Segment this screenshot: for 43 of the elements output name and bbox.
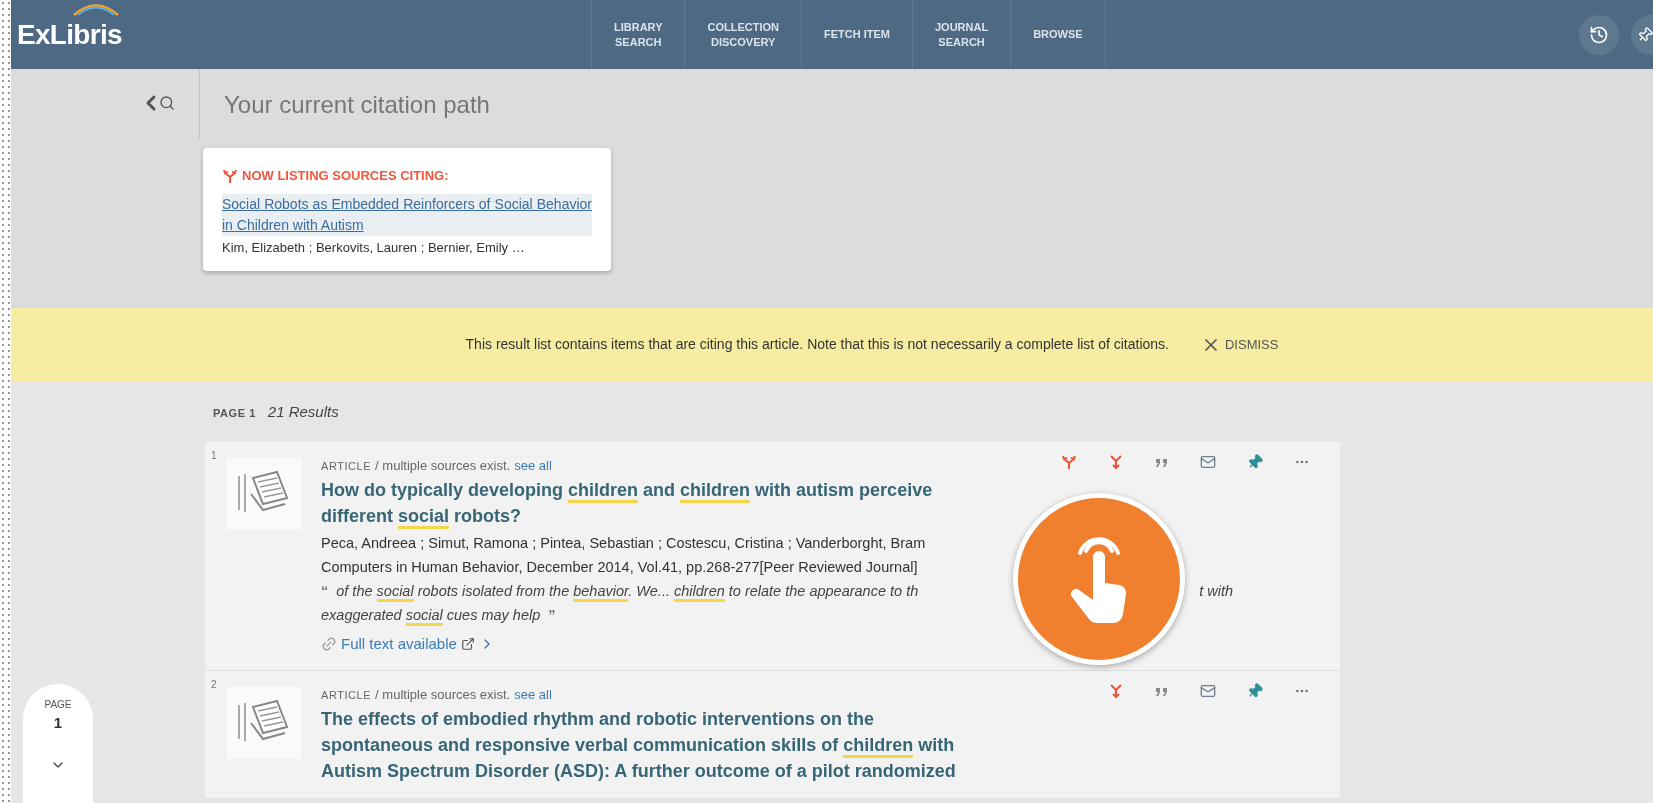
result-number: 2 (211, 677, 217, 692)
result-type: ARTICLE (321, 458, 372, 474)
result-source: Computers in Human Behavior, December 2014, Vol.41, pp.268-277[Peer Reviewed Journal] (321, 558, 919, 577)
card-heading: NOW LISTING SOURCES CITING: (242, 167, 449, 185)
snippet-text: t with (1199, 582, 1233, 601)
history-icon (1589, 24, 1609, 45)
citation-path-title: Your current citation path (224, 91, 490, 118)
quote-icon[interactable] (1155, 456, 1169, 467)
snippet-text: of the social robots isolated from the behavior. We... children to relate the appearance to th (336, 579, 919, 603)
dismiss-button[interactable]: DISMISS (1200, 334, 1279, 355)
full-text-link[interactable]: Full text available (321, 633, 1340, 656)
page-indicator-number: 1 (53, 713, 63, 733)
snippet-text: exaggerated social cues may help (321, 603, 541, 627)
cited-by-arrow-icon[interactable] (222, 167, 238, 184)
see-all-link[interactable]: see all (514, 455, 552, 475)
sources-note: / multiple sources exist. (375, 456, 511, 475)
see-all-link[interactable]: see all (514, 684, 552, 704)
page-label: PAGE 1 (213, 406, 256, 421)
history-button[interactable] (1579, 14, 1619, 55)
result-authors: Peca, Andreea ; Simut, Ramona ; Pintea, Sebastian ; Costescu, Cristina ; Vanderborght, Bram (321, 534, 927, 553)
quote-open-mark: “ (321, 582, 329, 601)
email-icon[interactable] (1200, 453, 1216, 470)
result-type: ARTICLE (321, 687, 372, 703)
quote-icon[interactable] (1155, 685, 1169, 696)
quote-close-mark: ” (548, 606, 556, 625)
results-count: 21 Results (267, 402, 339, 422)
logo-arc-icon (71, 1, 121, 16)
banner-message: This result list contains items that are citing this article. Note that this is not necessarily a complete list of citations. (465, 335, 1169, 354)
sources-note: / multiple sources exist. (375, 685, 511, 704)
cited-by-arrow-icon[interactable] (1061, 453, 1077, 470)
page-indicator-label: PAGE (44, 698, 72, 712)
citing-arrow-icon[interactable] (1108, 453, 1124, 470)
pin-button[interactable] (1631, 14, 1653, 55)
article-title-link[interactable]: Social Robots as Embedded Reinforcers of Social Behavior in Children with Autism (222, 193, 592, 236)
external-link-icon (460, 637, 475, 652)
article-authors: Kim, Elizabeth ; Berkovits, Lauren ; Bernier, Emily … (222, 238, 526, 257)
logo[interactable]: ExLibris (17, 18, 122, 50)
search-icon (159, 95, 175, 111)
result-title[interactable]: How do typically developing children and children with autism perceive different social robots? (321, 477, 971, 529)
email-icon[interactable] (1200, 682, 1216, 699)
citing-arrow-icon[interactable] (1108, 682, 1124, 699)
result-number: 1 (211, 448, 217, 463)
result-title[interactable]: The effects of embodied rhythm and robotic interventions on the spontaneous and responsive verbal communication skills of children with Autism Spectrum Disorder (ASD): A further outcome of a pilot randomized (321, 706, 971, 784)
